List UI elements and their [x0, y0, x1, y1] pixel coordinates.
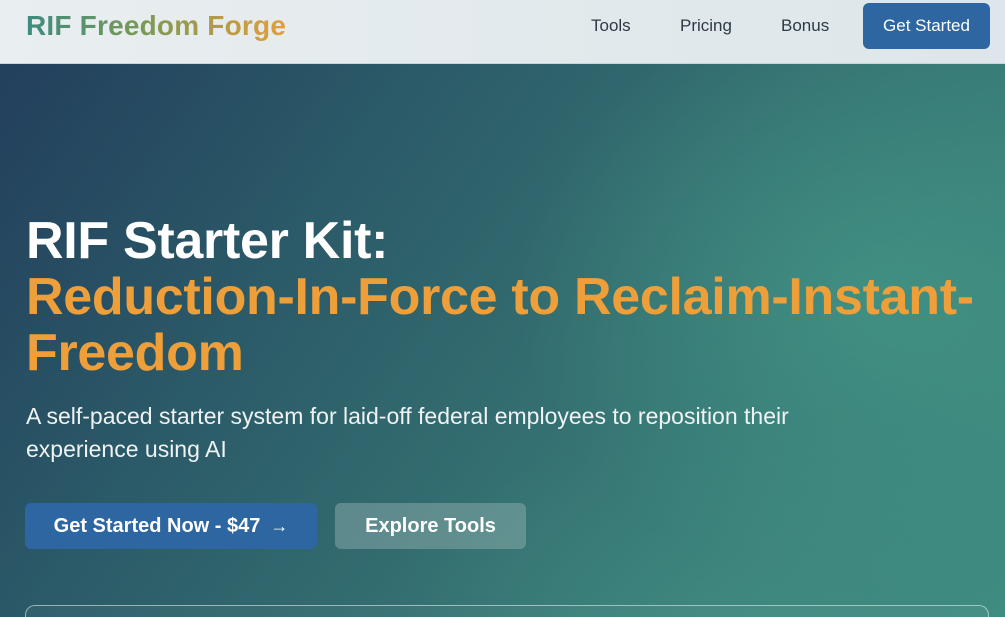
- nav-link-tools[interactable]: Tools: [591, 15, 631, 37]
- hero-title-line: RIF Starter Kit:: [26, 212, 389, 270]
- get-started-now-label: Get Started Now - $47: [53, 514, 261, 537]
- get-started-now-button[interactable]: Get Started Now - $47 →: [25, 503, 317, 549]
- arrow-right-icon: →: [270, 516, 289, 536]
- top-navbar: RIF Freedom Forge Tools Pricing Bonus Ge…: [0, 0, 1005, 64]
- brand-logo-text[interactable]: RIF Freedom Forge: [26, 10, 286, 42]
- hero-title-accent: Reduction-In-Force to Reclaim-Instant-Fr…: [26, 268, 974, 382]
- hero-title: RIF Starter Kit: Reduction-In-Force to R…: [26, 213, 986, 381]
- hero-section: RIF Starter Kit: Reduction-In-Force to R…: [0, 64, 1005, 617]
- explore-tools-button[interactable]: Explore Tools: [335, 503, 526, 549]
- nav-link-pricing[interactable]: Pricing: [680, 15, 732, 37]
- hero-subtitle: A self-paced starter system for laid-off…: [26, 403, 789, 462]
- preview-card: [25, 605, 989, 617]
- get-started-button[interactable]: Get Started: [863, 3, 990, 49]
- nav-link-bonus[interactable]: Bonus: [781, 15, 829, 37]
